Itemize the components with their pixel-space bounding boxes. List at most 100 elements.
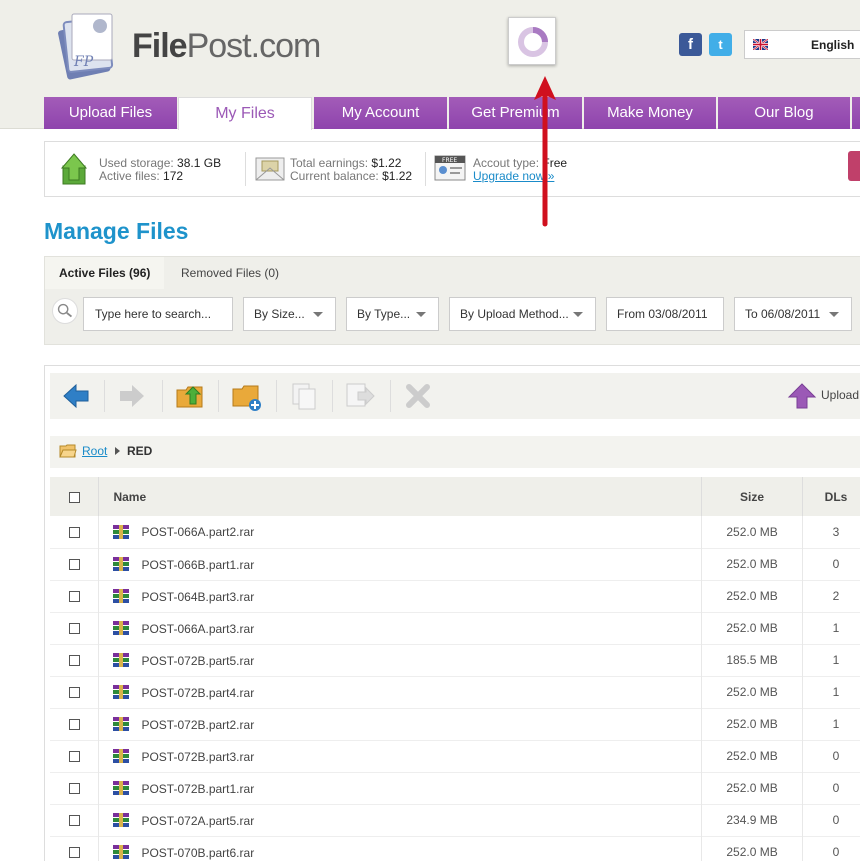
folder-open-icon [59,444,77,458]
tab-get-premium[interactable]: Get Premium [449,97,582,129]
file-name-cell[interactable]: POST-072A.part5.rar [98,804,703,836]
table-row[interactable]: POST-070B.part6.rar 252.0 MB 0 [50,836,860,861]
tab-more[interactable] [852,97,860,129]
filter-upload-method-dropdown[interactable]: By Upload Method... [449,297,596,331]
tab-my-files[interactable]: My Files [178,97,312,130]
file-downloads: 0 [802,772,860,804]
file-name-cell[interactable]: POST-066A.part3.rar [98,612,703,644]
earnings-stats: Total earnings: $1.22 Current balance: $… [290,157,412,183]
select-all-checkbox[interactable] [68,491,80,503]
table-row[interactable]: POST-072B.part1.rar 252.0 MB 0 [50,772,860,804]
column-header-name[interactable]: Name [98,477,703,516]
column-header-dls[interactable]: DLs [802,477,860,516]
search-icon[interactable] [52,298,78,324]
table-row[interactable]: POST-066A.part3.rar 252.0 MB 1 [50,612,860,644]
file-name[interactable]: POST-072B.part4.rar [141,685,254,699]
tab-active-files[interactable]: Active Files (96) [45,257,165,289]
table-row[interactable]: POST-066B.part1.rar 252.0 MB 0 [50,548,860,580]
table-row[interactable]: POST-064B.part3.rar 252.0 MB 2 [50,580,860,612]
tab-upload-files[interactable]: Upload Files [44,97,177,129]
file-size: 185.5 MB [701,644,804,676]
tab-my-account[interactable]: My Account [314,97,447,129]
file-name[interactable]: POST-064B.part3.rar [141,589,254,603]
divider [218,380,219,412]
row-checkbox[interactable] [68,783,80,795]
table-row[interactable]: POST-072B.part5.rar 185.5 MB 1 [50,644,860,676]
language-select[interactable]: English [744,30,860,59]
rar-archive-icon [113,781,130,796]
rar-archive-icon [113,653,130,668]
row-checkbox[interactable] [68,847,80,859]
file-name[interactable]: POST-070B.part6.rar [141,845,254,859]
table-row[interactable]: POST-072B.part3.rar 252.0 MB 0 [50,740,860,772]
annotation-arrow-icon [534,76,556,227]
rar-archive-icon [113,525,130,540]
file-name[interactable]: POST-072A.part5.rar [141,813,254,827]
back-arrow-icon[interactable] [60,380,92,412]
file-name-cell[interactable]: POST-072B.part2.rar [98,708,703,740]
upload-arrow-icon[interactable] [786,380,818,412]
divider [390,380,391,412]
file-size: 252.0 MB [701,548,804,580]
file-name[interactable]: POST-066B.part1.rar [141,557,254,571]
facebook-icon[interactable]: f [679,33,702,56]
row-checkbox[interactable] [68,623,80,635]
search-input[interactable]: Type here to search... [83,297,233,331]
breadcrumb-root-link[interactable]: Root [82,444,107,458]
breadcrumb-separator-icon [115,447,120,455]
file-name[interactable]: POST-072B.part5.rar [141,653,254,667]
file-name-cell[interactable]: POST-072B.part4.rar [98,676,703,708]
divider [332,380,333,412]
brand-logo-text[interactable]: FilePost.com [132,27,321,66]
row-checkbox[interactable] [68,815,80,827]
filepost-logo-icon[interactable]: FP [52,10,124,82]
row-checkbox[interactable] [68,655,80,667]
new-folder-icon[interactable] [230,380,262,412]
table-row[interactable]: POST-072B.part2.rar 252.0 MB 1 [50,708,860,740]
delete-icon[interactable] [402,380,434,412]
copy-icon[interactable] [288,380,320,412]
files-table: Name Size DLs POST-066A.part2.rar 252.0 M… [50,477,860,861]
forward-arrow-icon[interactable] [116,380,148,412]
tab-make-money[interactable]: Make Money [584,97,716,129]
tab-our-blog[interactable]: Our Blog [718,97,850,129]
file-size: 252.0 MB [701,612,804,644]
row-select-cell [50,612,100,644]
upload-button-label[interactable]: Upload [821,388,859,402]
page-title: Manage Files [44,218,189,244]
row-checkbox[interactable] [68,527,80,539]
file-name-cell[interactable]: POST-066B.part1.rar [98,548,703,580]
column-header-size[interactable]: Size [701,477,804,516]
premium-action-button[interactable] [848,151,860,181]
to-date-dropdown[interactable]: To 06/08/2011 [734,297,852,331]
file-name-cell[interactable]: POST-072B.part5.rar [98,644,703,676]
file-name[interactable]: POST-072B.part1.rar [141,781,254,795]
used-storage-label: Used storage: [99,156,178,170]
row-checkbox[interactable] [68,687,80,699]
row-checkbox[interactable] [68,591,80,603]
tab-removed-files[interactable]: Removed Files (0) [167,257,293,289]
file-name-cell[interactable]: POST-072B.part1.rar [98,772,703,804]
file-name[interactable]: POST-066A.part3.rar [141,621,254,635]
file-name[interactable]: POST-072B.part2.rar [141,717,254,731]
table-row[interactable]: POST-066A.part2.rar 252.0 MB 3 [50,516,860,548]
row-checkbox[interactable] [68,719,80,731]
file-name-cell[interactable]: POST-064B.part3.rar [98,580,703,612]
twitter-icon[interactable]: t [709,33,732,56]
table-row[interactable]: POST-072A.part5.rar 234.9 MB 0 [50,804,860,836]
table-row[interactable]: POST-072B.part4.rar 252.0 MB 1 [50,676,860,708]
file-name-cell[interactable]: POST-072B.part3.rar [98,740,703,772]
filter-size-dropdown[interactable]: By Size... [243,297,336,331]
filter-type-dropdown[interactable]: By Type... [346,297,439,331]
move-icon[interactable] [344,380,376,412]
file-name[interactable]: POST-066A.part2.rar [141,525,254,539]
row-checkbox[interactable] [68,559,80,571]
rar-archive-icon [113,557,130,572]
row-checkbox[interactable] [68,751,80,763]
folder-up-icon[interactable] [174,380,206,412]
total-earnings-label: Total earnings: [290,156,372,170]
from-date-input[interactable]: From 03/08/2011 [606,297,724,331]
file-name[interactable]: POST-072B.part3.rar [141,749,254,763]
file-name-cell[interactable]: POST-070B.part6.rar [98,836,703,861]
file-name-cell[interactable]: POST-066A.part2.rar [98,516,703,548]
